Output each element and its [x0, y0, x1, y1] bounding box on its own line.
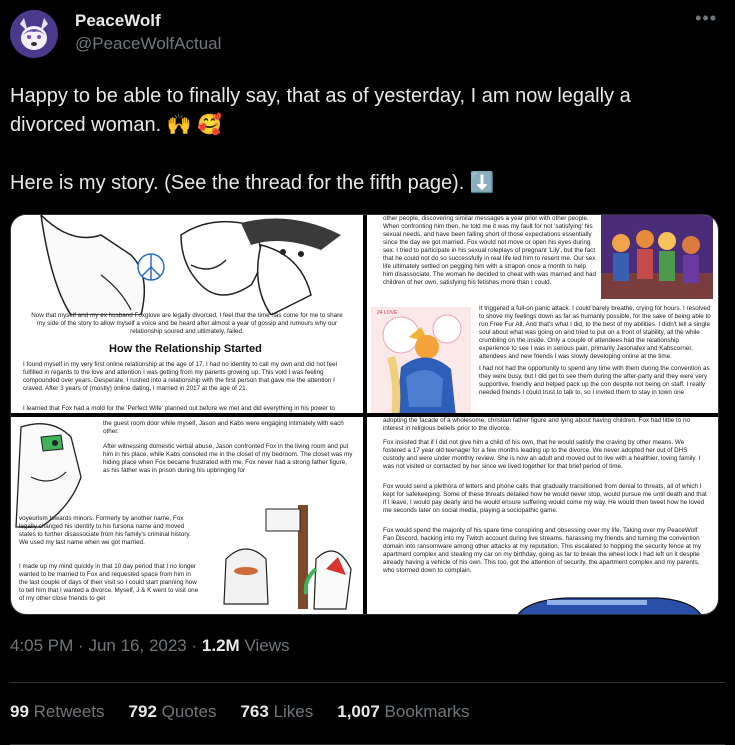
page2-bottom: I had not had the opportunity to spend a… [479, 365, 710, 396]
quotes-label: Quotes [161, 702, 217, 721]
artwork-embrace [371, 307, 471, 413]
page2-side-label: 24 LOVE [377, 310, 398, 316]
artwork-couple [11, 215, 363, 315]
tweet-date[interactable]: Jun 16, 2023 [88, 636, 186, 655]
views-label: Views [244, 636, 290, 655]
likes-stat[interactable]: 763 Likes [240, 702, 313, 722]
page4-p4: Fox would spend the majority of his spar… [383, 527, 702, 574]
retweets-label: Retweets [33, 702, 105, 721]
wolf-avatar-icon [10, 10, 58, 58]
bookmarks-count: 1,007 [337, 702, 380, 721]
page2-top: other people, discovering similar messag… [383, 215, 597, 286]
story-page-3[interactable]: the guest room door while myself, Jason … [11, 417, 363, 614]
artwork-door-scene [206, 499, 356, 614]
artwork-car-edge [517, 597, 702, 614]
bookmarks-label: Bookmarks [384, 702, 470, 721]
story-page-2[interactable]: other people, discovering similar messag… [367, 215, 718, 413]
story-page-1[interactable]: Now that myself and my ex husband Foxglo… [11, 215, 363, 413]
page3-bottom: I made up my mind quickly in that 10 day… [19, 563, 199, 602]
page4-p2: Fox insisted that if I did not give him … [383, 439, 701, 470]
page4-p1: adopting the facade of a wholesome, chri… [383, 417, 690, 432]
likes-count: 763 [240, 702, 269, 721]
page1-body-1: I found myself in my very first online r… [23, 361, 337, 392]
quotes-stat[interactable]: 792 Quotes [129, 702, 217, 722]
bookmarks-stat[interactable]: 1,007 Bookmarks [337, 702, 469, 722]
tweet-text: Happy to be able to finally say, that as… [10, 85, 631, 194]
page4-p3: Fox would send a plethora of letters and… [383, 483, 707, 514]
avatar[interactable] [10, 10, 58, 58]
media-grid[interactable]: Now that myself and my ex husband Foxglo… [10, 214, 719, 615]
meta-separator: · [78, 636, 84, 655]
page1-heading: How the Relationship Started [109, 343, 262, 355]
more-horizontal-icon[interactable]: ••• [695, 8, 717, 29]
page3-top-2: After witnessing domestic verbal abuse, … [103, 443, 353, 474]
engagement-stats: 99 Retweets 792 Quotes 763 Likes 1,007 B… [10, 702, 470, 722]
tweet-time[interactable]: 4:05 PM [10, 636, 73, 655]
artwork-group-photo [601, 215, 713, 299]
page1-body-2: I learned that Fox had a mold for the 'P… [23, 405, 335, 412]
likes-label: Likes [273, 702, 314, 721]
retweets-count: 99 [10, 702, 29, 721]
retweets-stat[interactable]: 99 Retweets [10, 702, 105, 722]
views-count: 1.2M [201, 636, 240, 655]
page1-intro: Now that myself and my ex husband Foxglo… [31, 312, 343, 335]
page3-mid: voyeurism towards minors. Formerly by an… [19, 515, 191, 546]
author-handle[interactable]: @PeaceWolfActual [75, 34, 221, 54]
story-page-4[interactable]: adopting the facade of a wholesome, chri… [367, 417, 718, 614]
tweet-meta: 4:05 PM · Jun 16, 2023 · 1.2M Views [10, 636, 289, 656]
page3-top-1: the guest room door while myself, Jason … [103, 420, 344, 435]
page2-mid: It triggered a full-on panic attack. I c… [479, 305, 711, 360]
meta-separator: · [191, 636, 198, 655]
quotes-count: 792 [128, 702, 157, 721]
author-display-name[interactable]: PeaceWolf [75, 11, 161, 31]
divider [10, 682, 725, 683]
